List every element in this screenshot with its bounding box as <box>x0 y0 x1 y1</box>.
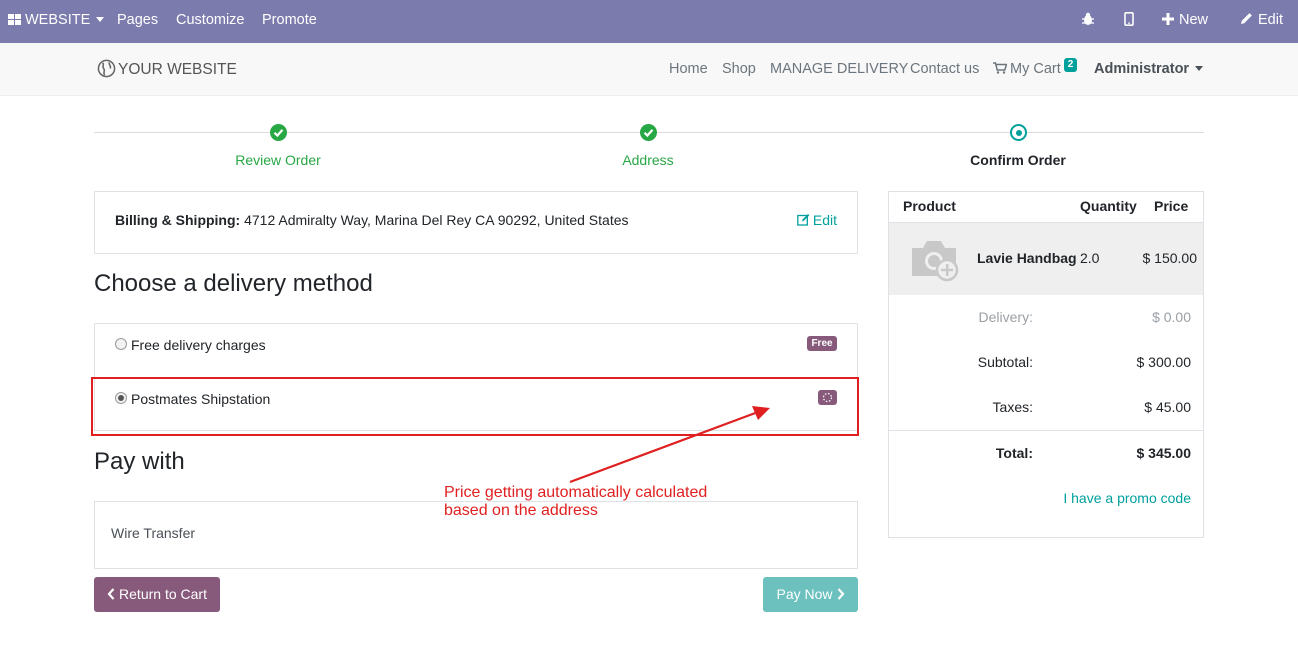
pencil-icon <box>1241 13 1252 24</box>
chevron-right-icon <box>837 588 844 600</box>
subtotal-label: Subtotal: <box>977 354 1033 370</box>
annotation-line-2: based on the address <box>444 502 598 519</box>
globe-icon <box>97 59 116 78</box>
payment-method-label: Wire Transfer <box>111 525 196 541</box>
pay-now-button[interactable]: Pay Now <box>763 577 858 612</box>
divider <box>889 430 1203 431</box>
annotation-arrow-icon <box>569 406 770 484</box>
edit-address-label: Edit <box>812 212 837 228</box>
menu-pages[interactable]: Pages <box>117 0 158 40</box>
nav-home[interactable]: Home <box>669 58 708 80</box>
website-menu-label: WEBSITE <box>25 12 91 28</box>
taxes-value: $ 45.00 <box>1144 399 1191 415</box>
delivery-free-label[interactable]: Free delivery charges <box>131 337 266 353</box>
debug-button[interactable] <box>1081 0 1095 40</box>
free-price-badge: Free <box>807 336 837 351</box>
delivery-free-radio[interactable] <box>115 338 127 350</box>
pay-now-label: Pay Now <box>776 586 833 602</box>
delivery-value: $ 0.00 <box>1152 309 1191 325</box>
delivery-label: Delivery: <box>978 309 1033 325</box>
annotation-line-1: Price getting automatically calculated <box>444 484 708 501</box>
annotation-text: Price getting automatically calculated b… <box>444 484 707 520</box>
user-menu[interactable]: Administrator <box>1094 58 1204 80</box>
nav-my-cart[interactable]: My Cart 2 <box>993 58 1078 80</box>
chevron-down-icon <box>96 17 105 22</box>
site-logo[interactable]: YOUR WEBSITE <box>97 59 237 81</box>
chevron-left-icon <box>107 588 115 600</box>
step-confirm-order: Confirm Order <box>970 152 1066 168</box>
admin-bar: WEBSITE Pages Customize Promote New Edit <box>0 0 1298 43</box>
return-to-cart-button[interactable]: Return to Cart <box>94 577 220 612</box>
mobile-icon <box>1124 12 1134 26</box>
edit-square-icon <box>797 214 810 226</box>
step-done-check-icon <box>270 124 287 141</box>
logo-text: YOUR WEBSITE <box>118 61 237 78</box>
chevron-down-icon <box>1195 66 1204 71</box>
mobile-preview-button[interactable] <box>1124 0 1134 40</box>
step-current-dot-icon <box>1010 124 1027 141</box>
camera-placeholder-icon <box>912 241 959 282</box>
taxes-label: Taxes: <box>992 399 1033 415</box>
cart-item-quantity: 2.0 <box>1080 250 1100 266</box>
new-button[interactable]: New <box>1162 0 1208 40</box>
cart-count-badge: 2 <box>1063 58 1078 72</box>
delivery-heading: Choose a delivery method <box>94 270 373 297</box>
cart-item-price: $ 150.00 <box>1142 250 1198 266</box>
nav-shop[interactable]: Shop <box>722 58 756 80</box>
edit-address-link[interactable]: Edit <box>797 212 837 228</box>
cart-icon <box>993 62 1008 74</box>
nav-contact-us[interactable]: Contact us <box>910 58 979 80</box>
payment-heading: Pay with <box>94 448 185 475</box>
website-menu[interactable]: WEBSITE <box>8 0 105 40</box>
edit-label: Edit <box>1258 12 1283 28</box>
cart-item-name[interactable]: Lavie Handbag <box>977 250 1077 266</box>
menu-customize[interactable]: Customize <box>176 0 245 40</box>
apps-grid-icon <box>8 14 21 25</box>
cart-label: My Cart <box>1010 61 1061 77</box>
billing-address-value: 4712 Admiralty Way, Marina Del Rey CA 90… <box>244 212 629 228</box>
bug-icon <box>1082 12 1094 25</box>
cart-item-row: Lavie Handbag 2.0 $ 150.00 <box>889 222 1203 295</box>
cart-summary: Product Quantity Price Lavie Handbag 2.0… <box>888 191 1204 538</box>
menu-promote[interactable]: Promote <box>262 0 317 40</box>
step-address[interactable]: Address <box>548 150 748 170</box>
new-label: New <box>1179 12 1209 28</box>
plus-icon <box>1162 13 1174 25</box>
header-quantity: Quantity <box>1080 198 1137 214</box>
step-review-order[interactable]: Review Order <box>178 150 378 170</box>
edit-button[interactable]: Edit <box>1240 0 1283 40</box>
billing-label: Billing & Shipping: <box>115 212 241 228</box>
user-menu-label: Administrator <box>1094 61 1190 77</box>
site-header: YOUR WEBSITE Home Shop MANAGE DELIVERY C… <box>0 43 1298 96</box>
step-done-check-icon <box>640 124 657 141</box>
header-product: Product <box>903 198 956 214</box>
nav-manage-delivery[interactable]: MANAGE DELIVERY <box>770 58 908 80</box>
billing-shipping-card: Billing & Shipping: 4712 Admiralty Way, … <box>94 191 858 254</box>
subtotal-value: $ 300.00 <box>1136 354 1192 370</box>
billing-address: Billing & Shipping: 4712 Admiralty Way, … <box>115 212 629 228</box>
return-to-cart-label: Return to Cart <box>119 586 207 602</box>
total-label: Total: <box>995 445 1033 461</box>
promo-code-link[interactable]: I have a promo code <box>1063 490 1191 506</box>
header-price: Price <box>1154 198 1189 214</box>
total-value: $ 345.00 <box>1136 445 1192 461</box>
